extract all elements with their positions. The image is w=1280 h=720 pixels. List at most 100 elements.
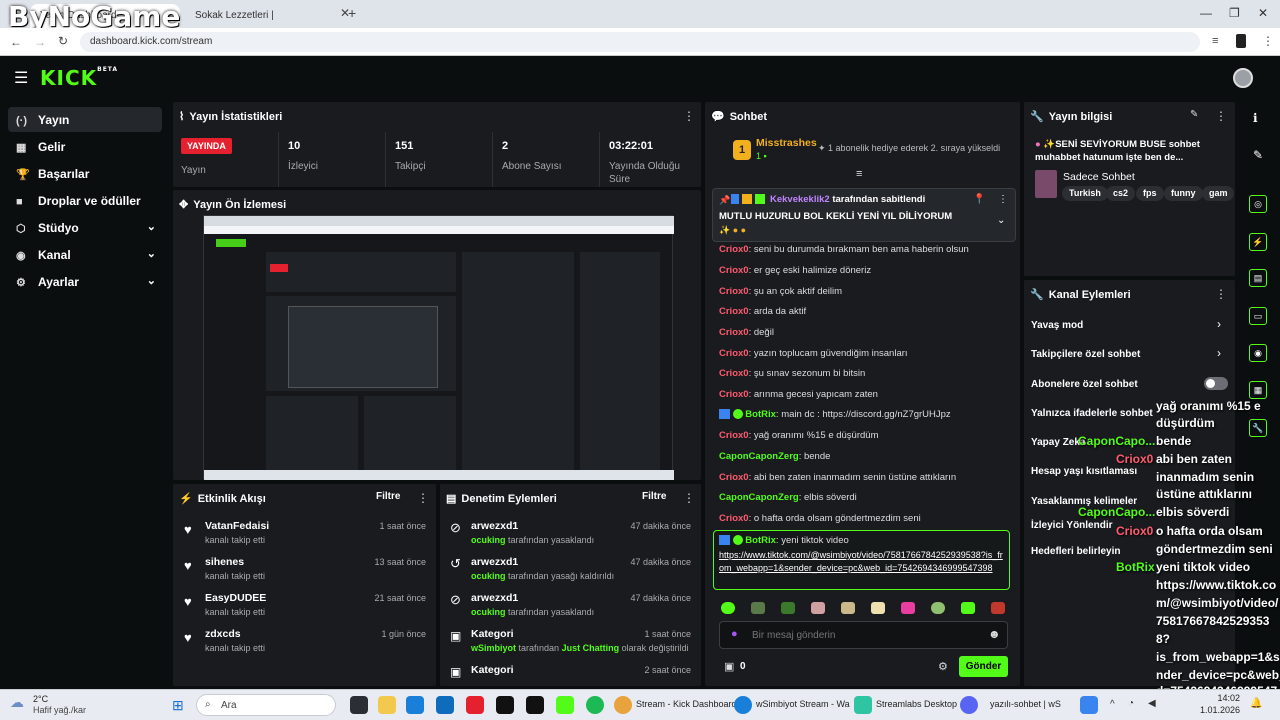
- tiktok-icon[interactable]: [526, 696, 544, 714]
- pinned-by-user[interactable]: Kekvekeklik2: [770, 194, 830, 205]
- kebab-menu-icon[interactable]: ⋮: [1215, 109, 1227, 123]
- emote-icon[interactable]: [991, 602, 1005, 614]
- sidebar-item-gelir[interactable]: ▦ Gelir: [8, 134, 162, 159]
- maximize-icon[interactable]: ❐: [1229, 6, 1240, 20]
- emote-icon[interactable]: [811, 602, 825, 614]
- action-raid[interactable]: İzleyici Yönlendir: [1031, 520, 1113, 531]
- kick-logo[interactable]: KICKBETA: [40, 66, 118, 90]
- chat-user[interactable]: Criox0: [719, 513, 749, 524]
- emote-icon[interactable]: [961, 602, 975, 614]
- network-icon[interactable]: ◔: [1128, 698, 1134, 709]
- reload-icon[interactable]: ↻: [58, 34, 68, 48]
- extensions-icon[interactable]: ≡: [1212, 35, 1218, 47]
- moderator-name[interactable]: ocuking: [471, 607, 506, 617]
- wrench-icon[interactable]: 🔧: [1249, 419, 1267, 437]
- emote-icon[interactable]: [751, 602, 765, 614]
- clock-time[interactable]: 14:02: [1210, 693, 1240, 703]
- chat-user[interactable]: CaponCaponZerg: [719, 451, 799, 462]
- chat-message[interactable]: Criox0: arınma gecesi yapıcam zaten: [719, 389, 878, 400]
- chat-message[interactable]: CaponCaponZerg: elbis söverdi: [719, 492, 857, 503]
- moderator-name[interactable]: ocuking: [471, 571, 506, 581]
- action-subscribers-only[interactable]: Abonelere özel sohbet: [1031, 379, 1138, 390]
- grid-icon[interactable]: ▦: [1249, 381, 1267, 399]
- windows-start-icon[interactable]: ⊞: [172, 697, 184, 714]
- action-followers-only[interactable]: Takipçilere özel sohbet: [1031, 349, 1140, 360]
- file-explorer-icon[interactable]: [378, 696, 396, 714]
- chat-message[interactable]: Criox0: yazın toplucam güvendiğim insanl…: [719, 348, 908, 359]
- activity-user[interactable]: sihenes: [205, 556, 244, 568]
- streamlabs-icon[interactable]: [854, 696, 872, 714]
- emote-icon[interactable]: [841, 602, 855, 614]
- activity-user[interactable]: EasyDUDEE: [205, 592, 266, 604]
- kebab-menu-icon[interactable]: ⋮: [1215, 287, 1227, 301]
- microphone-icon[interactable]: ●: [731, 628, 738, 640]
- chat-user[interactable]: BotRix: [745, 535, 776, 546]
- gear-icon[interactable]: ⚙: [938, 660, 948, 673]
- kebab-menu-icon[interactable]: ⋮: [998, 194, 1008, 205]
- notification-icon[interactable]: 🔔: [1250, 698, 1262, 709]
- new-tab-icon[interactable]: +: [348, 5, 356, 21]
- chevron-right-icon[interactable]: ›: [1217, 317, 1221, 331]
- emoji-icon[interactable]: ☻: [988, 627, 1001, 641]
- outlook-icon[interactable]: [436, 696, 454, 714]
- discord-icon[interactable]: [960, 696, 978, 714]
- chat-input-box[interactable]: ● ☻: [719, 621, 1008, 649]
- send-button[interactable]: Gönder: [959, 656, 1008, 677]
- emote-icon[interactable]: [901, 602, 915, 614]
- kebab-menu-icon[interactable]: ⋮: [683, 491, 695, 505]
- forward-icon[interactable]: →: [34, 35, 46, 49]
- tag-pill[interactable]: Turkish: [1062, 186, 1108, 201]
- clock-date[interactable]: 1.01.2026: [1196, 705, 1240, 715]
- taskbar-app-edge[interactable]: wSimbiyot Stream - Wa: [756, 699, 850, 709]
- tray-app-icon[interactable]: [1080, 696, 1098, 714]
- unpin-icon[interactable]: 📍: [973, 194, 985, 205]
- close-window-icon[interactable]: ✕: [1258, 6, 1268, 20]
- activity-user[interactable]: zdxcds: [205, 628, 241, 640]
- chat-message[interactable]: BotRix: main dc : https://discord.gg/nZ7…: [719, 409, 951, 420]
- chat-user[interactable]: Criox0: [719, 244, 749, 255]
- chrome-icon[interactable]: [614, 696, 632, 714]
- back-icon[interactable]: ←: [10, 35, 22, 49]
- chat-message[interactable]: Criox0: yağ oranımı %15 e düşürdüm: [719, 430, 878, 441]
- tag-pill[interactable]: gam: [1202, 186, 1234, 201]
- emote-icon[interactable]: [931, 602, 945, 614]
- chat-message[interactable]: Criox0: şu sınav sezonum bi bitsin: [719, 368, 865, 379]
- action-emote-only[interactable]: Yalnızca ifadelerle sohbet: [1031, 408, 1153, 419]
- moderator-name[interactable]: ocuking: [471, 535, 506, 545]
- collapse-icon[interactable]: ≡: [856, 168, 862, 180]
- category-thumbnail[interactable]: [1035, 170, 1057, 198]
- taskbar-app-discord[interactable]: yazılı-sohbet | wS: [990, 699, 1061, 709]
- tag-pill[interactable]: cs2: [1106, 186, 1136, 201]
- emote-icon[interactable]: [721, 602, 735, 614]
- tag-pill[interactable]: funny: [1164, 186, 1203, 201]
- youtube-icon[interactable]: [466, 696, 484, 714]
- chat-user[interactable]: Criox0: [719, 368, 749, 379]
- sidebar-item-yayin[interactable]: (·) Yayın: [8, 107, 162, 132]
- chat-bubble-icon[interactable]: ▭: [1249, 307, 1267, 325]
- sidebar-item-ayarlar[interactable]: ⚙ Ayarlar ⌄: [8, 269, 162, 294]
- chevron-down-icon[interactable]: ⌄: [997, 215, 1005, 226]
- sidebar-item-droplar[interactable]: ■ Droplar ve ödüller: [8, 188, 162, 213]
- chat-message[interactable]: Criox0: şu an çok aktif deilim: [719, 286, 842, 297]
- kebab-menu-icon[interactable]: ⋮: [417, 491, 429, 505]
- taskbar-app-streamlabs[interactable]: Streamlabs Desktop: [876, 699, 957, 709]
- action-slow-mode[interactable]: Yavaş mod: [1031, 320, 1083, 331]
- sidebar-item-basarilar[interactable]: 🏆 Başarılar: [8, 161, 162, 186]
- subscribers-only-toggle[interactable]: [1204, 377, 1228, 390]
- bolt-icon[interactable]: ⚡: [1249, 233, 1267, 251]
- top-gifter-name[interactable]: Misstrashes: [756, 137, 817, 149]
- chat-user[interactable]: Criox0: [719, 472, 749, 483]
- avatar[interactable]: [1233, 68, 1253, 88]
- tag-pill[interactable]: fps: [1136, 186, 1164, 201]
- task-view-icon[interactable]: [350, 696, 368, 714]
- emote-icon[interactable]: [871, 602, 885, 614]
- hamburger-menu-icon[interactable]: ☰: [14, 68, 28, 88]
- chat-input[interactable]: [752, 627, 972, 643]
- edit-icon[interactable]: ✎: [1190, 109, 1198, 120]
- info-icon[interactable]: ℹ: [1253, 111, 1258, 125]
- taskbar-search[interactable]: ⌕ Ara: [196, 694, 336, 716]
- bookmark-icon[interactable]: [1236, 34, 1246, 48]
- category-name[interactable]: Just Chatting: [562, 643, 620, 653]
- tray-chevron-icon[interactable]: ^: [1110, 699, 1115, 710]
- chat-user[interactable]: BotRix: [745, 409, 776, 420]
